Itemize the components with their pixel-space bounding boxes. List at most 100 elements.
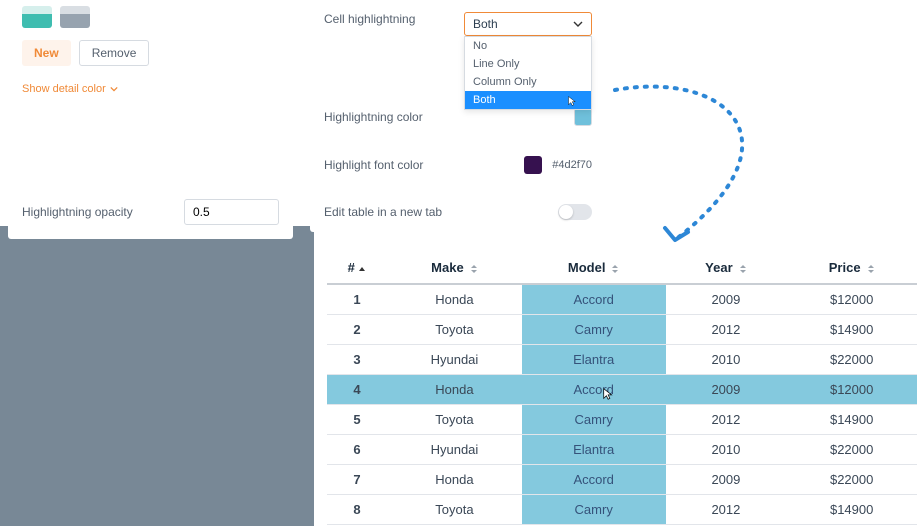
cell-make: Toyota: [387, 405, 522, 435]
highlight-settings-panel: Cell highlightning Both No Line Only Col…: [310, 0, 606, 238]
highlight-color-label: Highlightning color: [324, 110, 423, 124]
cell-n: 5: [327, 405, 387, 435]
font-color-swatch[interactable]: [524, 156, 542, 174]
cell-make: Honda: [387, 465, 522, 495]
theme-swatch-teal[interactable]: [22, 6, 52, 28]
col-header-index[interactable]: #: [327, 252, 387, 284]
font-color-value: #4d2f70: [524, 156, 592, 174]
sort-icon: [739, 264, 747, 274]
cell-model: Elantra: [522, 435, 666, 465]
cell-price: $14900: [786, 495, 917, 525]
cell-year: 2012: [666, 495, 787, 525]
cell-make: Honda: [387, 375, 522, 405]
font-color-setting: Highlight font color #4d2f70: [310, 144, 606, 186]
table-body: 1HondaAccord2009$120002ToyotaCamry2012$1…: [327, 284, 917, 525]
opacity-label: Highlightning opacity: [22, 205, 133, 219]
opacity-input[interactable]: [184, 199, 279, 225]
cell-price: $22000: [786, 435, 917, 465]
cell-make: Honda: [387, 284, 522, 315]
dropdown-option-no[interactable]: No: [465, 37, 591, 55]
table-row[interactable]: 8ToyotaCamry2012$14900: [327, 495, 917, 525]
highlight-color-value: [574, 108, 592, 126]
preview-table-wrap: # Make Model Year Price 1HondaAccord2009…: [327, 252, 917, 525]
col-header-make[interactable]: Make: [387, 252, 522, 284]
cell-make: Toyota: [387, 315, 522, 345]
cell-make: Toyota: [387, 495, 522, 525]
theme-swatch-gray[interactable]: [60, 6, 90, 28]
cell-highlight-select[interactable]: Both: [464, 12, 592, 36]
cell-price: $14900: [786, 405, 917, 435]
font-color-label: Highlight font color: [324, 158, 423, 172]
cell-make: Hyundai: [387, 345, 522, 375]
cursor-icon: [602, 387, 616, 401]
cursor-icon: [567, 95, 579, 107]
dropdown-option-both[interactable]: Both: [465, 91, 591, 109]
new-button[interactable]: New: [22, 40, 71, 66]
preview-table: # Make Model Year Price 1HondaAccord2009…: [327, 252, 917, 525]
cell-price: $14900: [786, 315, 917, 345]
cell-year: 2009: [666, 375, 787, 405]
cell-n: 6: [327, 435, 387, 465]
table-row[interactable]: 3HyundaiElantra2010$22000: [327, 345, 917, 375]
cell-price: $12000: [786, 284, 917, 315]
sort-icon: [611, 264, 619, 274]
cell-highlight-select-wrap: Both No Line Only Column Only Both: [464, 12, 592, 36]
dropdown-option-line[interactable]: Line Only: [465, 55, 591, 73]
table-row[interactable]: 6HyundaiElantra2010$22000: [327, 435, 917, 465]
select-value: Both: [473, 17, 498, 31]
remove-button[interactable]: Remove: [79, 40, 150, 66]
cell-highlight-setting: Cell highlightning Both No Line Only Col…: [310, 0, 606, 48]
table-header-row: # Make Model Year Price: [327, 252, 917, 284]
cell-n: 7: [327, 465, 387, 495]
highlight-color-swatch[interactable]: [574, 108, 592, 126]
cell-year: 2012: [666, 405, 787, 435]
cell-n: 2: [327, 315, 387, 345]
sort-asc-icon: [358, 266, 366, 272]
cell-price: $12000: [786, 375, 917, 405]
cell-year: 2009: [666, 465, 787, 495]
cell-model: Accord: [522, 375, 666, 405]
chevron-down-icon: [573, 21, 583, 27]
cell-year: 2009: [666, 284, 787, 315]
toggle-knob: [559, 205, 573, 219]
theme-actions: New Remove: [22, 40, 279, 66]
sort-icon: [470, 264, 478, 274]
theme-swatches: [22, 0, 279, 40]
dropdown-option-column[interactable]: Column Only: [465, 73, 591, 91]
cell-model: Accord: [522, 465, 666, 495]
opacity-panel: Highlightning opacity: [8, 185, 293, 239]
background-panel: [0, 226, 314, 526]
edit-tab-setting: Edit table in a new tab: [310, 192, 606, 232]
table-row[interactable]: 1HondaAccord2009$12000: [327, 284, 917, 315]
cell-price: $22000: [786, 345, 917, 375]
col-header-model[interactable]: Model: [522, 252, 666, 284]
cell-model: Accord: [522, 284, 666, 315]
cell-model: Camry: [522, 495, 666, 525]
cell-model: Camry: [522, 315, 666, 345]
cell-price: $22000: [786, 465, 917, 495]
cell-year: 2010: [666, 345, 787, 375]
sort-icon: [867, 264, 875, 274]
cell-make: Hyundai: [387, 435, 522, 465]
table-row[interactable]: 7HondaAccord2009$22000: [327, 465, 917, 495]
table-row[interactable]: 5ToyotaCamry2012$14900: [327, 405, 917, 435]
cell-n: 8: [327, 495, 387, 525]
chevron-down-icon: [110, 85, 118, 93]
color-theme-panel: New Remove Show detail color: [8, 0, 293, 111]
edit-tab-toggle[interactable]: [558, 204, 592, 220]
cell-year: 2012: [666, 315, 787, 345]
table-row[interactable]: 4HondaAccord2009$12000: [327, 375, 917, 405]
col-header-year[interactable]: Year: [666, 252, 787, 284]
table-row[interactable]: 2ToyotaCamry2012$14900: [327, 315, 917, 345]
detail-link-label: Show detail color: [22, 83, 106, 95]
cell-model: Camry: [522, 405, 666, 435]
show-detail-color-link[interactable]: Show detail color: [22, 83, 118, 95]
edit-tab-label: Edit table in a new tab: [324, 205, 442, 219]
cell-highlight-dropdown: No Line Only Column Only Both: [464, 36, 592, 110]
cell-highlight-label: Cell highlightning: [324, 12, 415, 26]
cell-n: 1: [327, 284, 387, 315]
col-header-price[interactable]: Price: [786, 252, 917, 284]
pointer-arrow: [605, 80, 885, 260]
font-color-hex: #4d2f70: [552, 159, 592, 171]
cell-year: 2010: [666, 435, 787, 465]
